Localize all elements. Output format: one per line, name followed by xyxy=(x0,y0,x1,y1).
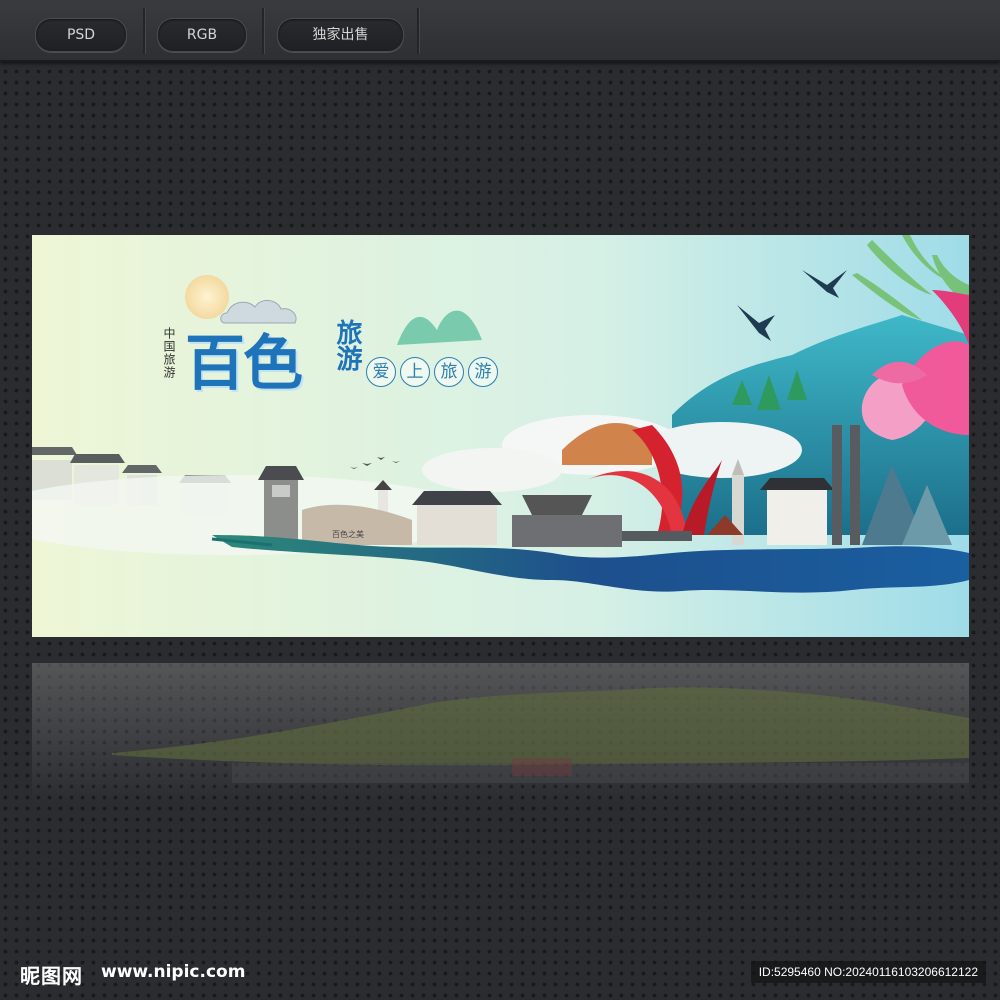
sun-disc xyxy=(185,275,229,319)
title-suffix-tourism: 旅游 xyxy=(332,319,362,371)
banner-artwork xyxy=(32,235,969,637)
exclusive-sale-badge: 独家出售 xyxy=(277,18,404,52)
slogan-love-travel: 爱 上 旅 游 xyxy=(366,357,498,387)
reflection-artwork xyxy=(112,687,969,783)
toolbar-divider xyxy=(417,8,420,54)
slogan-char: 上 xyxy=(400,357,430,387)
nipic-logo: 昵图网 xyxy=(20,964,83,988)
banner-reflection xyxy=(32,663,969,803)
tourism-banner-preview: 中国旅游 百色 旅游 爱 上 旅 游 百色之美 xyxy=(32,235,969,637)
slogan-char: 旅 xyxy=(434,357,464,387)
slogan-char: 游 xyxy=(468,357,498,387)
rgb-color-mode-badge: RGB xyxy=(157,18,247,52)
image-id-label: ID:5295460 NO:20240116103206612122 xyxy=(750,961,986,983)
top-toolbar: PSD RGB 独家出售 xyxy=(0,0,1000,62)
toolbar-divider xyxy=(262,8,265,54)
nipic-site-url[interactable]: www.nipic.com xyxy=(101,962,245,982)
slogan-char: 爱 xyxy=(366,357,396,387)
main-title-baise: 百色 xyxy=(185,329,303,399)
toolbar-divider xyxy=(143,8,146,54)
stone-engraving-label: 百色之美 xyxy=(332,530,364,539)
china-tourism-vertical-text: 中国旅游 xyxy=(162,327,176,379)
psd-format-badge: PSD xyxy=(35,18,127,52)
